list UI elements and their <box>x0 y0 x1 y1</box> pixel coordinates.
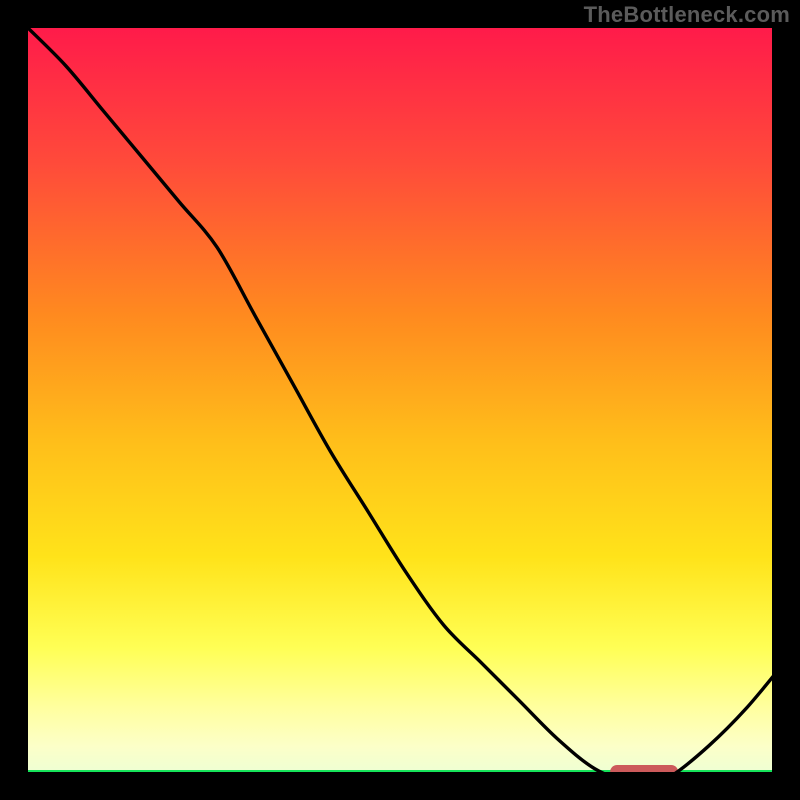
chart-container: TheBottleneck.com <box>0 0 800 800</box>
plot-background <box>28 28 784 784</box>
bottleneck-chart <box>0 0 800 800</box>
watermark-text: TheBottleneck.com <box>584 2 790 28</box>
